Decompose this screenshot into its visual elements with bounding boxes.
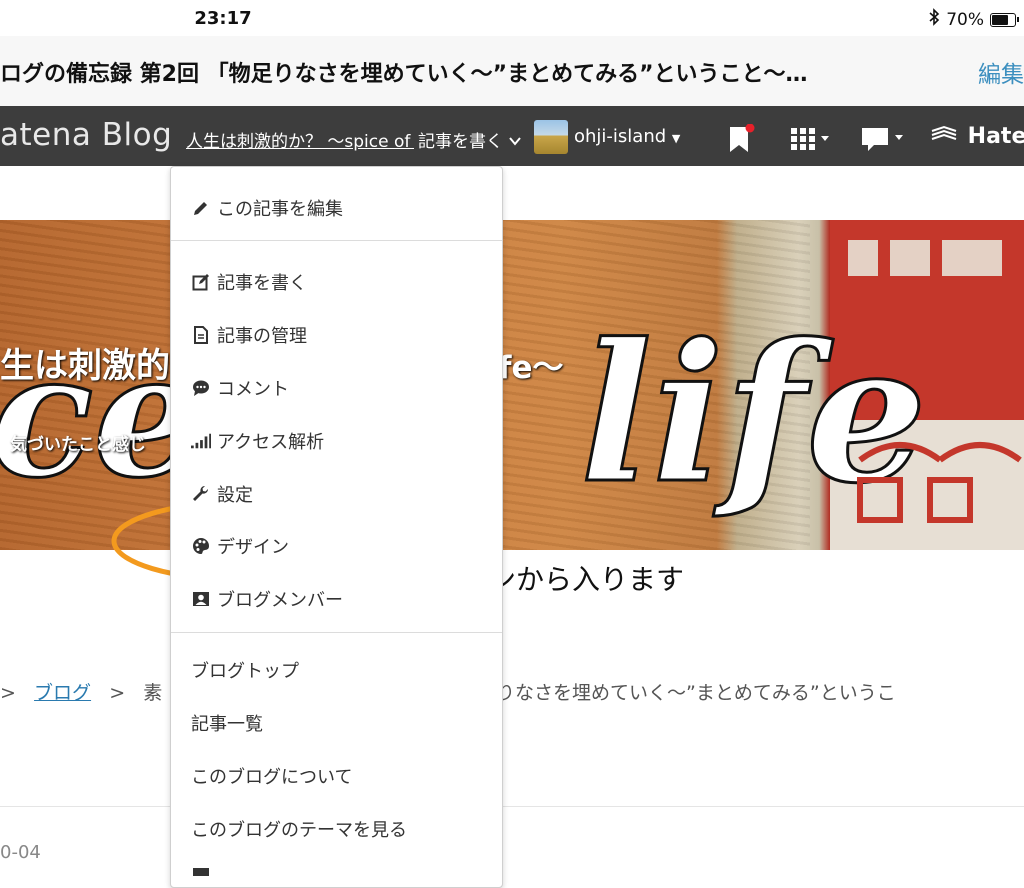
menu-item-settings[interactable]: 設定 xyxy=(191,481,253,507)
bookmark-icon[interactable] xyxy=(728,123,756,158)
caret-down-icon: ▼ xyxy=(671,132,681,145)
menu-item-label: 設定 xyxy=(217,485,253,506)
partial-menu-icon xyxy=(193,868,209,876)
menu-item-label: コメント xyxy=(217,379,289,400)
breadcrumb-separator: > xyxy=(0,682,16,704)
menu-item-label: アクセス解析 xyxy=(217,432,325,453)
menu-item-about-blog[interactable]: このブログについて xyxy=(191,763,352,789)
menu-item-label: 記事の管理 xyxy=(217,326,307,347)
document-icon xyxy=(191,325,211,345)
menu-item-edit-article[interactable]: この記事を編集 xyxy=(191,195,343,221)
menu-item-label: この記事を編集 xyxy=(217,199,343,220)
hatena-logo-text: Hate xyxy=(967,124,1024,149)
hero-title: 生は刺激的 xyxy=(0,346,170,386)
menu-item-article-list[interactable]: 記事一覧 xyxy=(191,710,263,736)
write-article-menu[interactable]: 記事を書く xyxy=(414,127,523,152)
menu-item-access-analytics[interactable]: アクセス解析 xyxy=(191,428,324,454)
chevron-down-icon xyxy=(508,132,522,152)
comment-icon[interactable] xyxy=(862,126,908,158)
battery-percent: 70% xyxy=(946,9,984,30)
menu-item-label: 記事一覧 xyxy=(191,714,263,735)
menu-item-write-article[interactable]: 記事を書く xyxy=(191,269,307,295)
user-menu[interactable]: ohji-island ▼ xyxy=(574,126,680,147)
menu-item-label: デザイン xyxy=(217,537,289,558)
post-date: 0-04 xyxy=(0,842,41,863)
menu-item-label: このブログのテーマを見る xyxy=(191,820,407,841)
menu-item-comments[interactable]: コメント xyxy=(191,375,289,401)
menu-item-blog-members[interactable]: ブログメンバー xyxy=(191,586,343,612)
member-icon xyxy=(191,589,211,609)
signal-icon xyxy=(191,431,211,451)
menu-item-label: このブログについて xyxy=(191,767,353,788)
status-time: 23:17 xyxy=(194,8,252,29)
hero-description: 気づいたこと感じ xyxy=(10,435,146,455)
palette-icon xyxy=(191,536,211,556)
menu-item-view-theme[interactable]: このブログのテーマを見る xyxy=(191,816,407,842)
menu-item-design[interactable]: デザイン xyxy=(191,533,289,559)
menu-item-label: 記事を書く xyxy=(217,273,307,294)
status-right: 70% xyxy=(928,8,1019,31)
menu-item-manage-articles[interactable]: 記事の管理 xyxy=(191,322,307,348)
hatena-blog-logo[interactable]: atena Blog xyxy=(0,117,172,153)
pencil-icon xyxy=(191,198,211,218)
write-article-label: 記事を書く xyxy=(418,132,503,152)
page-title: ログの備忘録 第2回 「物足りなさを埋めていく〜”まとめてみる”ということ〜… xyxy=(0,62,808,87)
menu-item-label: ブログメンバー xyxy=(217,590,343,611)
grid-icon[interactable] xyxy=(791,126,835,156)
hero-title-end: fe〜 xyxy=(498,350,564,386)
breadcrumb-separator: > xyxy=(109,682,126,704)
menu-item-label: ブログトップ xyxy=(191,661,299,682)
hero-script-right: life xyxy=(580,302,927,525)
blog-menu-dropdown: この記事を編集 記事を書く 記事の管理 コメント アクセス解析 設定 デザイン … xyxy=(170,166,503,888)
comment-icon xyxy=(191,378,211,398)
edit-icon xyxy=(191,272,211,292)
breadcrumb-current-rest: りなさを埋めていく〜”まとめてみる”というこ xyxy=(496,682,896,704)
menu-divider xyxy=(171,240,502,241)
menu-item-blog-top[interactable]: ブログトップ xyxy=(191,657,299,683)
user-name: ohji-island xyxy=(574,126,667,147)
hatena-logo[interactable]: Hate xyxy=(930,124,1024,149)
breadcrumb-current: 素 xyxy=(143,682,163,704)
avatar[interactable] xyxy=(534,120,568,154)
bluetooth-icon xyxy=(928,8,940,31)
edit-link[interactable]: 編集 xyxy=(978,55,1024,89)
divider xyxy=(0,806,1024,807)
menu-divider xyxy=(171,632,502,633)
breadcrumb: > ブログ > 素 xyxy=(0,678,162,705)
battery-icon xyxy=(990,12,1019,27)
breadcrumb-link-blog[interactable]: ブログ xyxy=(34,682,91,704)
wrench-icon xyxy=(191,484,211,504)
